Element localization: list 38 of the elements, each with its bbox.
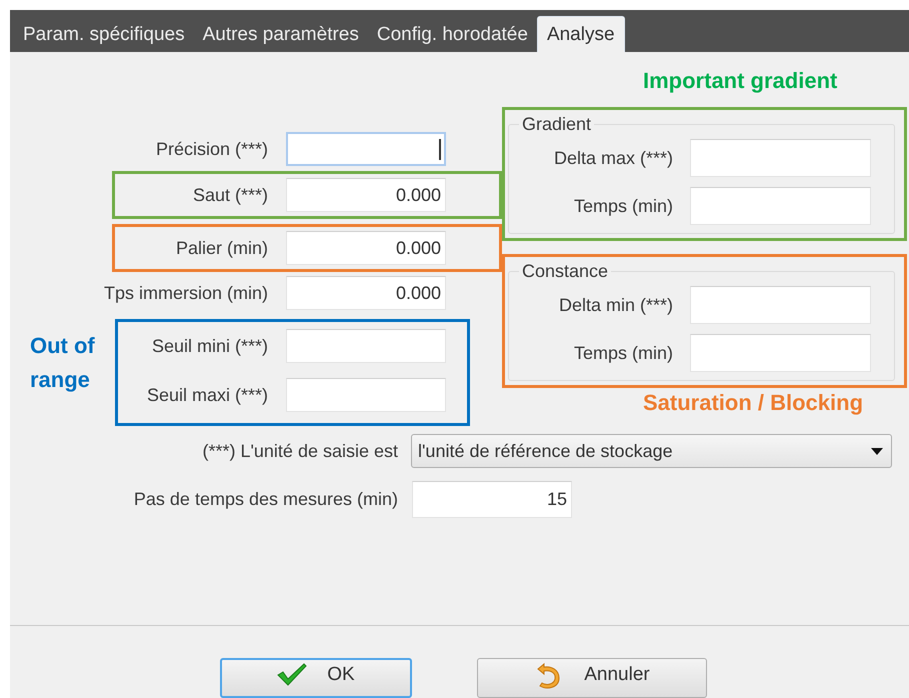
input-field[interactable]: [690, 286, 871, 324]
caret-icon: [871, 448, 883, 454]
annotation-label: Important gradient: [642, 67, 838, 95]
field-label: Delta min (***): [558, 294, 673, 316]
input-field[interactable]: 0.000: [286, 231, 446, 265]
input-field[interactable]: 0.000: [286, 178, 446, 212]
tab[interactable]: Analyse: [536, 16, 625, 52]
input-field[interactable]: [690, 187, 871, 225]
input-field[interactable]: [286, 378, 446, 412]
annotation-label: Out of range: [29, 332, 96, 394]
text-cursor: [439, 139, 441, 160]
input-field[interactable]: [690, 334, 871, 372]
input-field[interactable]: [286, 329, 446, 363]
field-label: Saut (***): [192, 184, 268, 206]
tab[interactable]: Config. horodatée: [368, 18, 537, 52]
field-label: Palier (min): [174, 238, 268, 258]
field-label: Seuil maxi (***): [146, 384, 268, 406]
field-label: Précision (***): [154, 138, 268, 160]
ok-button[interactable]: OK: [220, 658, 412, 698]
input-field[interactable]: [286, 132, 446, 166]
field-label: Seuil mini (***): [150, 336, 268, 356]
tab[interactable]: Param. spécifiques: [14, 18, 194, 52]
input-field[interactable]: 15: [412, 481, 572, 518]
group-title: Gradient: [521, 114, 592, 135]
annotation-label: Saturation / Blocking: [642, 389, 864, 417]
group-title: Constance: [521, 261, 610, 282]
dropdown[interactable]: l'unité de référence de stockage: [411, 434, 892, 468]
field-label: (***) L'unité de saisie est: [201, 440, 398, 462]
tab[interactable]: Autres paramètres: [194, 18, 368, 52]
field-label: Temps (min): [572, 196, 673, 216]
check-icon: [277, 663, 308, 687]
input-field[interactable]: 0.000: [286, 276, 446, 310]
field-label: Temps (min): [572, 342, 673, 364]
field-label: Delta max (***): [552, 148, 673, 168]
input-field[interactable]: [690, 139, 871, 177]
cancel-button[interactable]: Annuler: [477, 658, 707, 698]
field-label: Tps immersion (min): [102, 282, 268, 304]
field-label: Pas de temps des mesures (min): [132, 489, 398, 510]
